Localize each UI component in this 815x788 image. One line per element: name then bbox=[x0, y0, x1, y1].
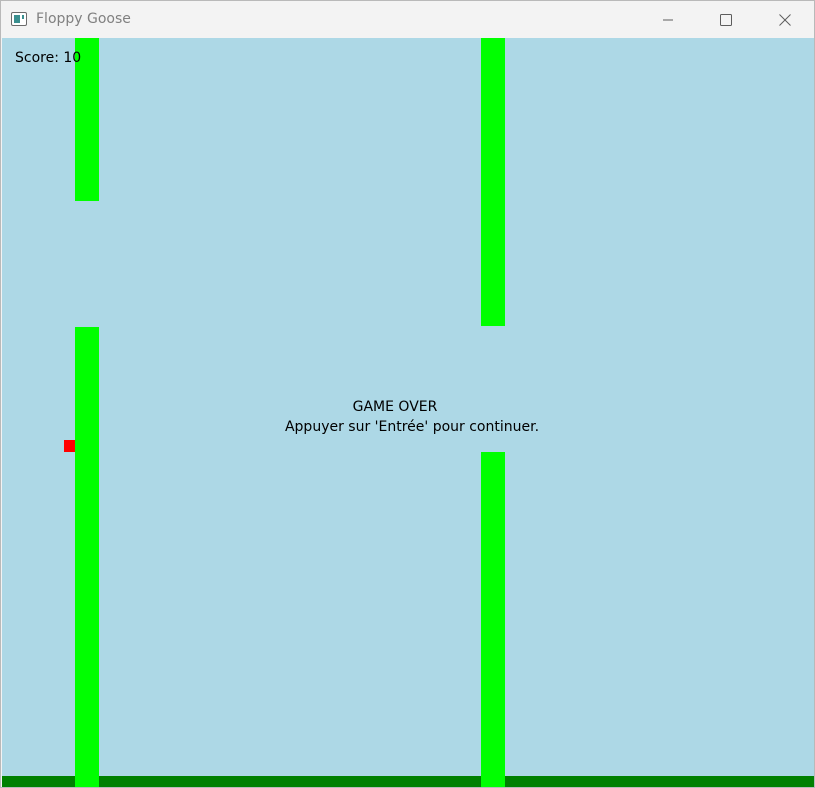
close-button[interactable] bbox=[756, 1, 814, 38]
score-display: Score: 10 bbox=[15, 50, 81, 66]
game-window: Floppy Goose Score: 10 GAME OVER Appuyer… bbox=[0, 0, 815, 788]
score-label: Score: bbox=[15, 50, 59, 66]
score-value: 10 bbox=[63, 50, 82, 66]
app-icon bbox=[11, 12, 27, 26]
pipe-bottom-left-front bbox=[75, 776, 99, 787]
pipe-bottom-left bbox=[75, 327, 99, 787]
minimize-button[interactable] bbox=[639, 1, 697, 38]
pipe-bottom-right bbox=[481, 452, 505, 787]
maximize-icon bbox=[720, 13, 732, 26]
game-over-title: GAME OVER bbox=[352, 399, 438, 415]
window-title: Floppy Goose bbox=[36, 11, 131, 27]
ground bbox=[2, 776, 814, 787]
maximize-button[interactable] bbox=[697, 1, 755, 38]
pipe-bottom-right-front bbox=[481, 776, 505, 787]
close-icon bbox=[779, 13, 791, 26]
game-over-hint: Appuyer sur 'Entrée' pour continuer. bbox=[284, 419, 540, 435]
game-canvas[interactable]: Score: 10 GAME OVER Appuyer sur 'Entrée'… bbox=[2, 38, 814, 787]
minimize-icon bbox=[663, 19, 673, 20]
player-goose bbox=[64, 440, 75, 452]
title-bar[interactable]: Floppy Goose bbox=[1, 1, 814, 38]
pipe-top-right bbox=[481, 38, 505, 326]
